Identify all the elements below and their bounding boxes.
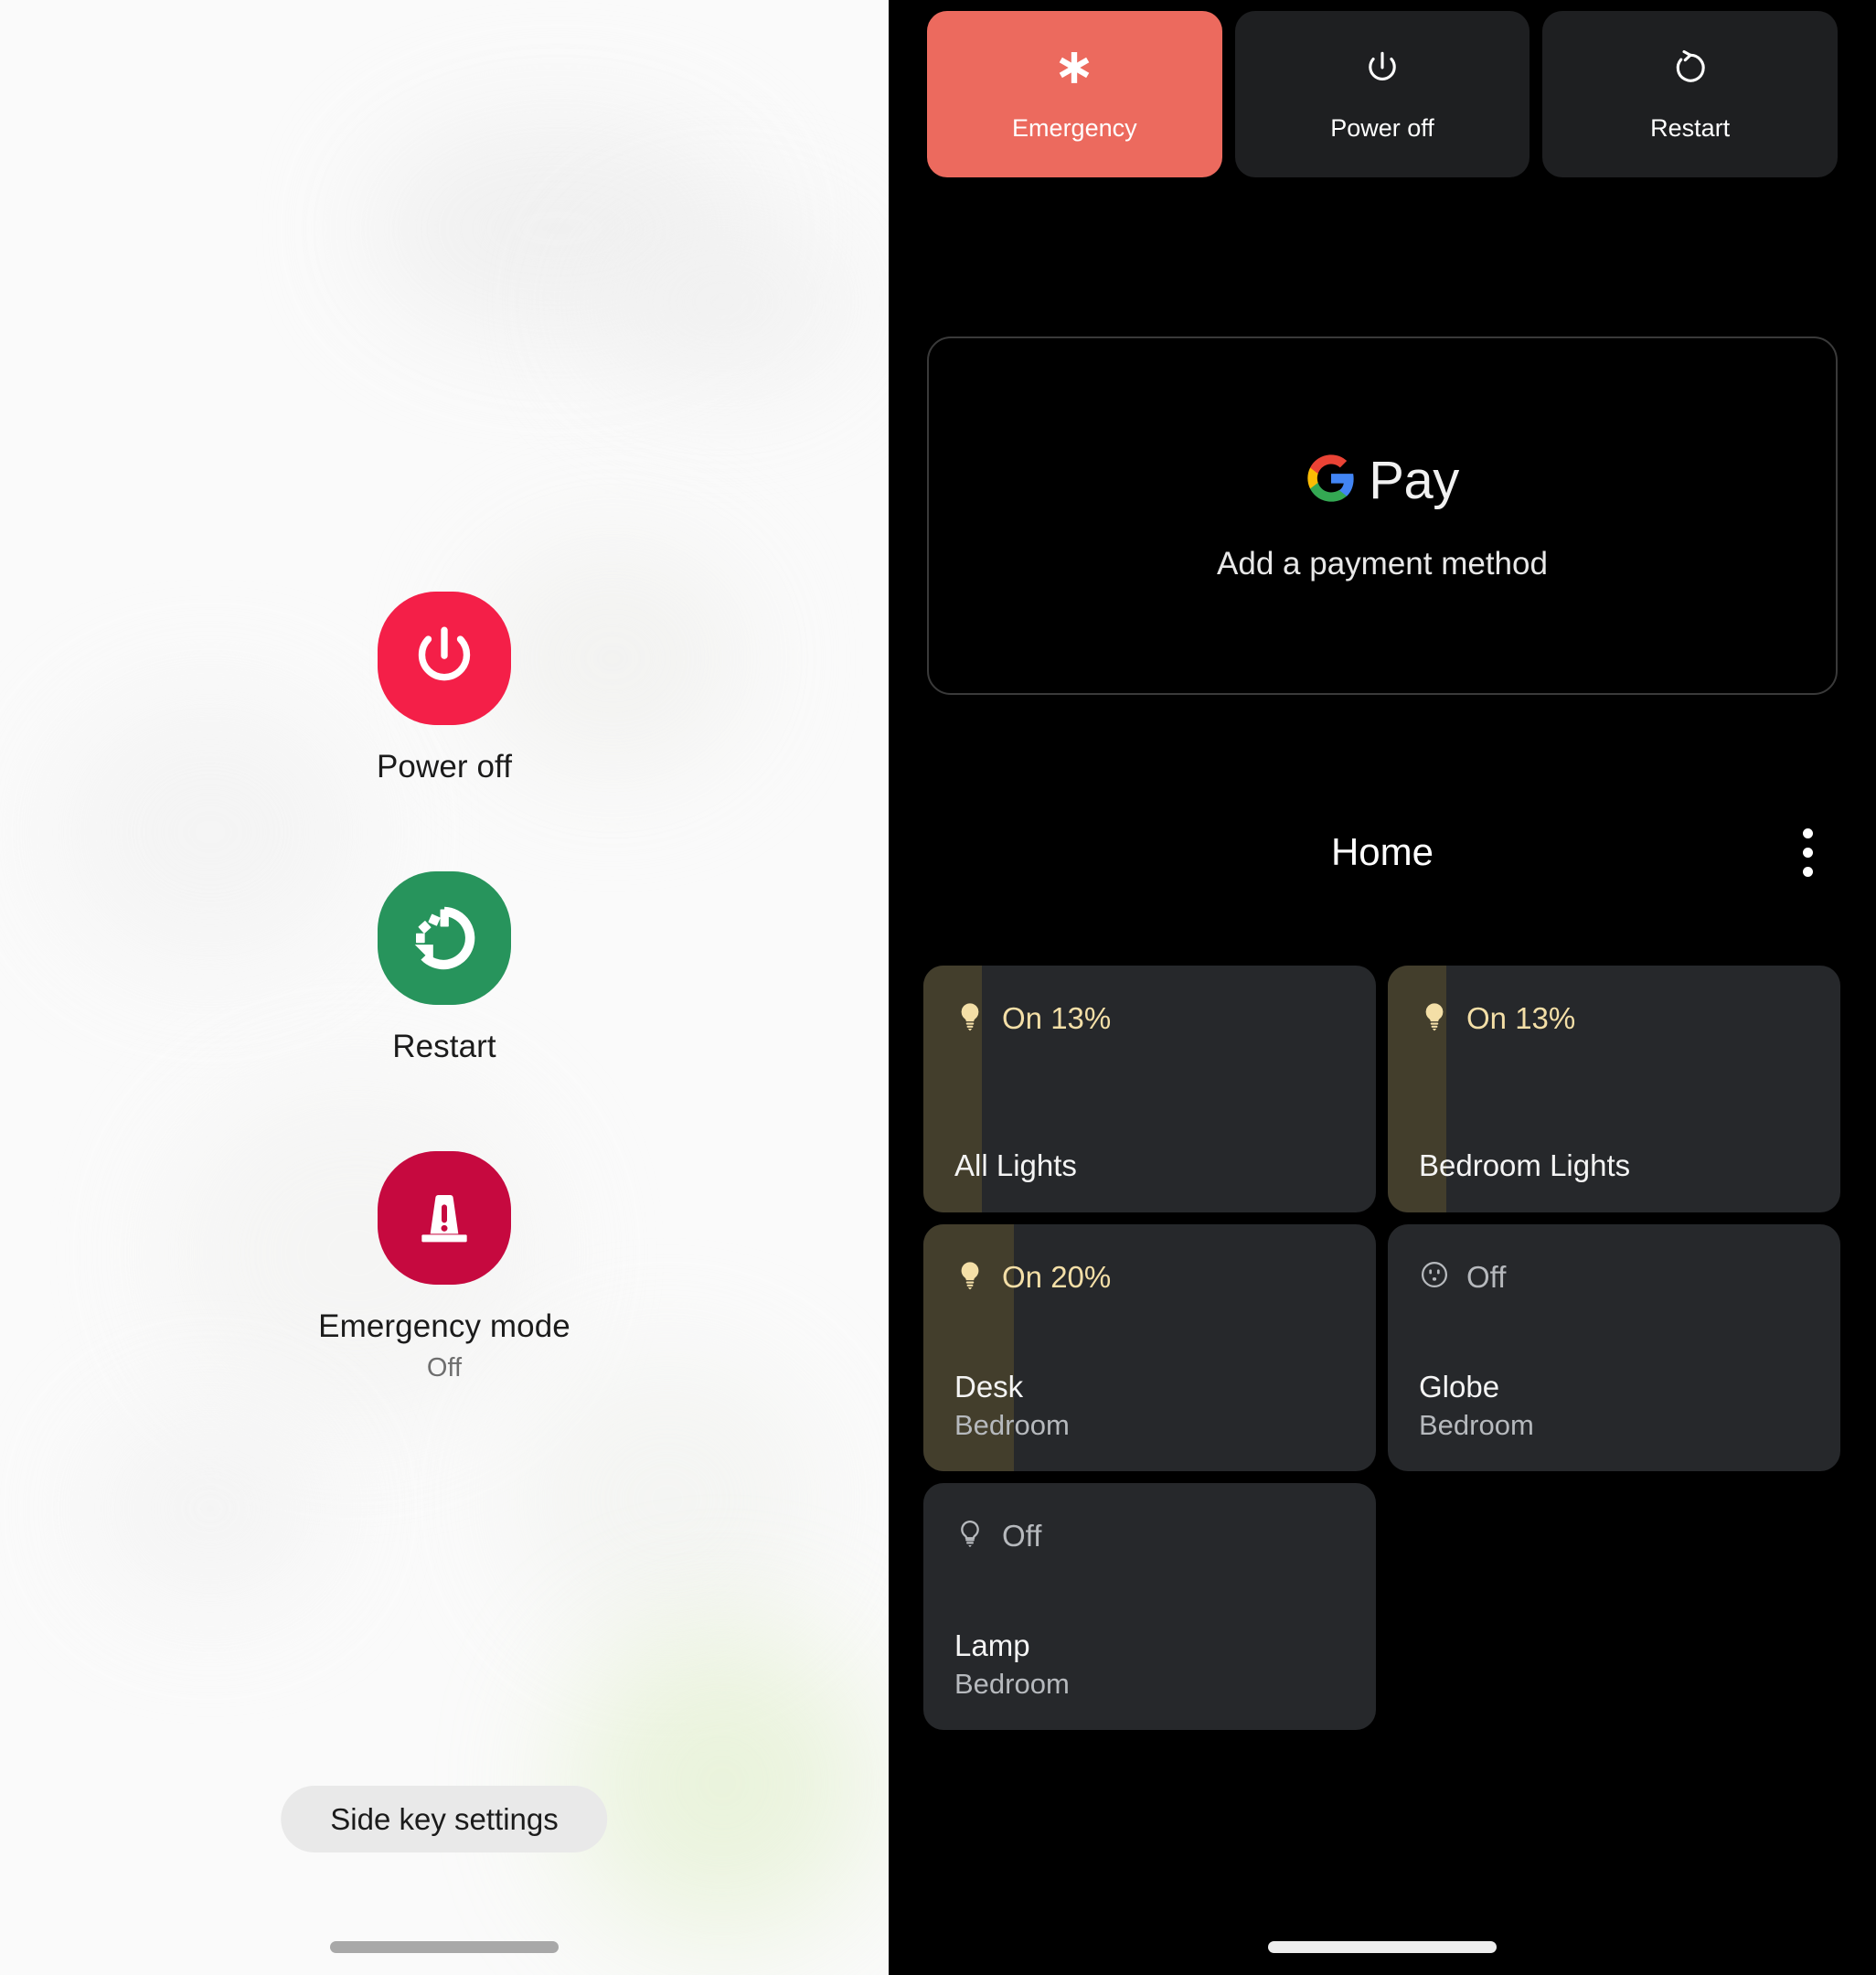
tile-name: Lamp xyxy=(954,1628,1030,1662)
bulb-filled-icon xyxy=(954,1000,986,1036)
outlet-icon xyxy=(1419,1259,1450,1295)
power-off-button[interactable]: Power off xyxy=(1234,11,1530,177)
home-header: Home xyxy=(927,827,1838,877)
tile-status-text: Off xyxy=(1002,1518,1042,1553)
tile-name-block: All Lights xyxy=(954,1148,1345,1183)
restart-button[interactable]: Restart xyxy=(1542,11,1839,177)
tile-status-row: On 20% xyxy=(954,1259,1345,1295)
emergency-button-label: Emergency xyxy=(1012,113,1137,142)
power-off-icon[interactable] xyxy=(378,592,511,725)
tile-name: All Lights xyxy=(954,1148,1077,1182)
android-power-menu-panel: Emergency Power off Restart Pay Add a pa… xyxy=(889,0,1876,1975)
tile-status-text: On 20% xyxy=(1002,1259,1112,1294)
samsung-power-menu-panel: Power off Restart Emergency mode Off Sid… xyxy=(0,0,889,1975)
emergency-mode-label: Emergency mode xyxy=(318,1308,570,1344)
tile-status-row: On 13% xyxy=(1419,1000,1809,1036)
power-action-row: Emergency Power off Restart xyxy=(927,11,1839,177)
power-off-label: Power off xyxy=(376,749,513,785)
restart-menu-item[interactable]: Restart xyxy=(0,871,889,1065)
tile-name: Bedroom Lights xyxy=(1419,1148,1631,1182)
tile-status-row: On 13% xyxy=(954,1000,1345,1036)
tile-name: Desk xyxy=(954,1370,1024,1404)
emergency-button[interactable]: Emergency xyxy=(927,11,1222,177)
tile-status-text: Off xyxy=(1466,1259,1507,1294)
tile-room: Bedroom xyxy=(1419,1409,1534,1441)
power-off-menu-item[interactable]: Power off xyxy=(0,592,889,785)
gesture-nav-bar[interactable] xyxy=(1268,1941,1497,1953)
google-g-icon xyxy=(1306,453,1357,508)
google-pay-card[interactable]: Pay Add a payment method xyxy=(927,336,1838,695)
control-tile[interactable]: On 13% Bedroom Lights xyxy=(1388,966,1840,1212)
home-title: Home xyxy=(1330,830,1434,873)
emergency-mode-status: Off xyxy=(426,1353,463,1382)
tile-status-text: On 13% xyxy=(1466,1000,1576,1035)
emergency-mode-menu-item[interactable]: Emergency mode Off xyxy=(0,1151,889,1383)
dual-screenshot: Power off Restart Emergency mode Off Sid… xyxy=(0,0,1876,1975)
tile-status-text: On 13% xyxy=(1002,1000,1112,1035)
gesture-nav-bar[interactable] xyxy=(330,1941,559,1953)
bulb-filled-icon xyxy=(1419,1000,1450,1036)
tile-status-row: Off xyxy=(1419,1259,1809,1295)
power-menu-list: Power off Restart Emergency mode Off xyxy=(0,0,889,1975)
restart-icon[interactable] xyxy=(378,871,511,1005)
tile-status-row: Off xyxy=(954,1518,1345,1553)
restart-label: Restart xyxy=(392,1029,496,1064)
more-vertical-icon[interactable] xyxy=(1783,822,1832,882)
bulb-outline-icon xyxy=(954,1518,986,1553)
google-pay-logo: Pay xyxy=(1306,450,1459,511)
tile-room: Bedroom xyxy=(954,1409,1070,1441)
tile-name-block: Bedroom Lights xyxy=(1419,1148,1809,1183)
control-tile[interactable]: On 20% Desk Bedroom xyxy=(923,1224,1376,1471)
tile-name-block: Globe Bedroom xyxy=(1419,1370,1809,1442)
tile-name: Globe xyxy=(1419,1370,1500,1404)
control-tile[interactable]: Off Globe Bedroom xyxy=(1388,1224,1840,1471)
add-payment-method-label: Add a payment method xyxy=(1217,545,1548,582)
restart-button-label: Restart xyxy=(1650,113,1731,142)
tile-name-block: Desk Bedroom xyxy=(954,1370,1345,1442)
google-pay-wordmark: Pay xyxy=(1369,450,1459,510)
control-tile[interactable]: Off Lamp Bedroom xyxy=(923,1483,1376,1730)
bulb-filled-icon xyxy=(954,1259,986,1295)
home-controls-grid: On 13% All Lights On 13% Bedroom Lights … xyxy=(923,966,1841,1730)
control-tile[interactable]: On 13% All Lights xyxy=(923,966,1376,1212)
emergency-siren-icon[interactable] xyxy=(378,1151,511,1285)
power-icon xyxy=(1362,47,1402,91)
power-off-button-label: Power off xyxy=(1330,113,1434,142)
asterisk-medical-icon xyxy=(1053,47,1095,91)
side-key-settings-button[interactable]: Side key settings xyxy=(281,1786,608,1852)
tile-room: Bedroom xyxy=(954,1668,1070,1700)
restart-icon xyxy=(1670,47,1711,91)
tile-name-block: Lamp Bedroom xyxy=(954,1628,1345,1701)
